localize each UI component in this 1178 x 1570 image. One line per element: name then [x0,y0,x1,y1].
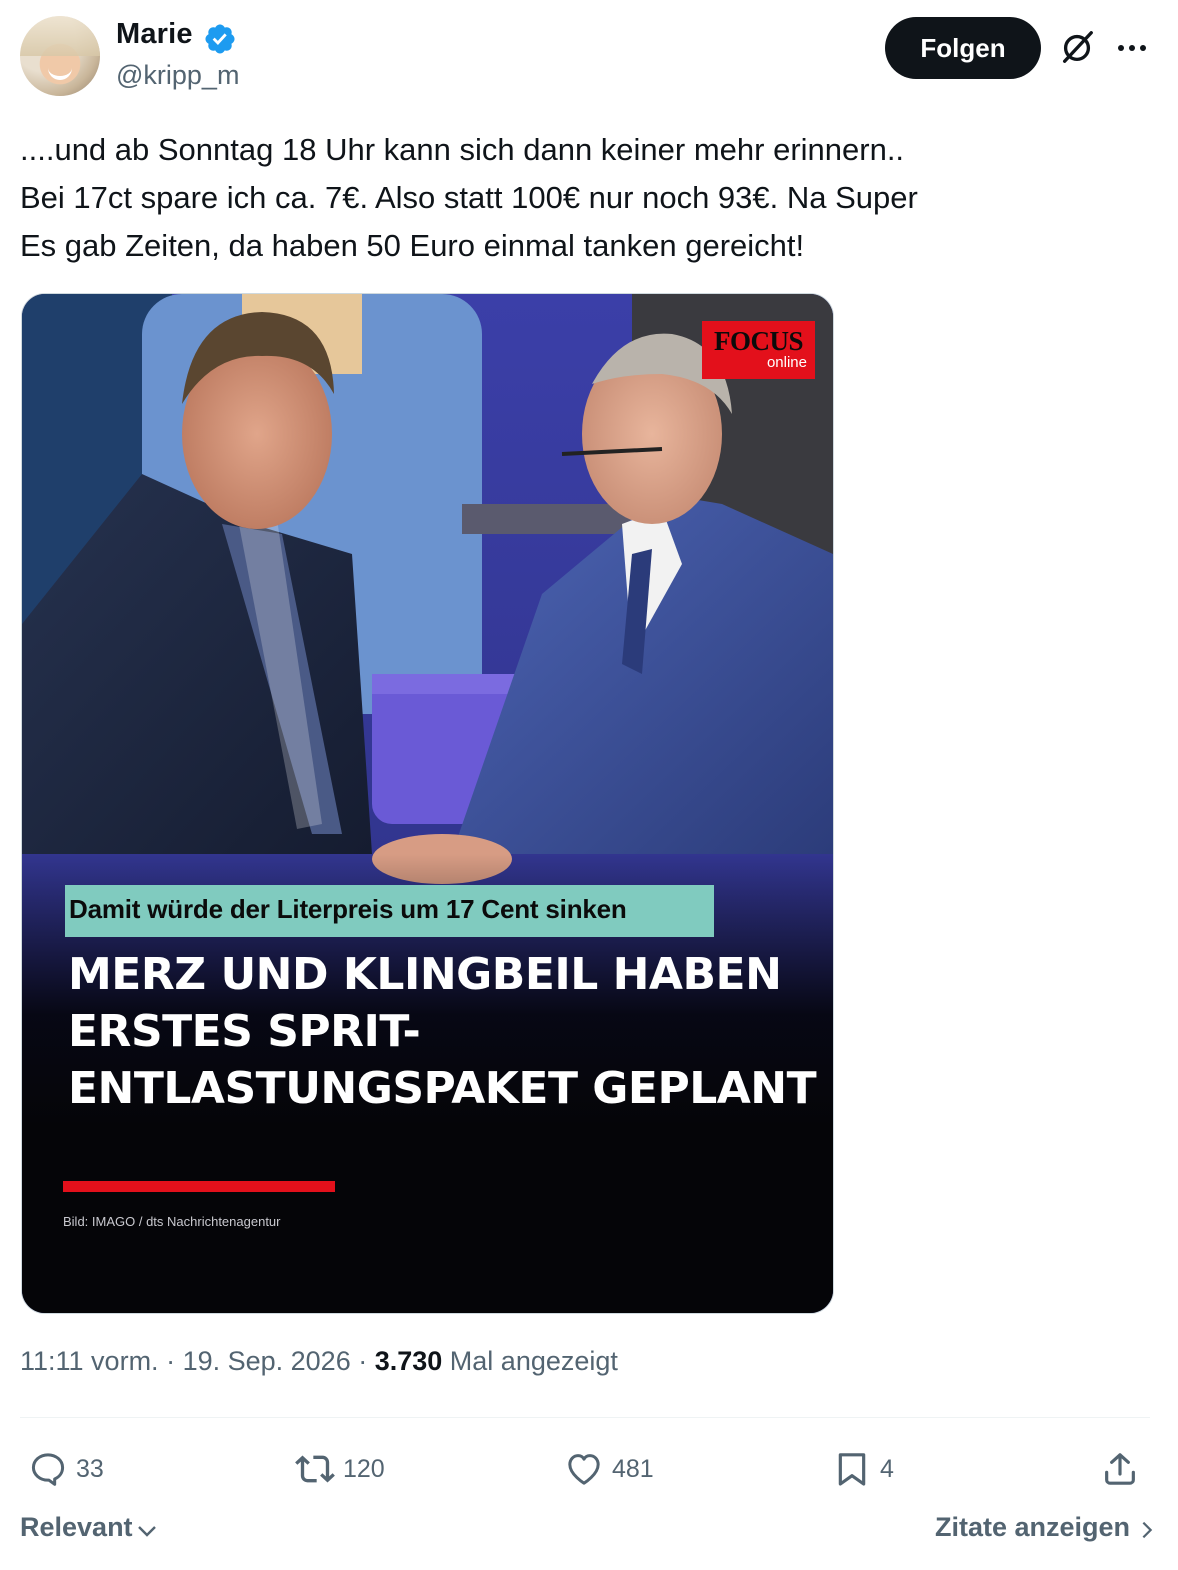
avatar-smile [48,66,72,80]
logo-brand-text: FOCUS [713,326,804,356]
follow-button[interactable]: Folgen [885,17,1041,79]
view-count: 3.730 [374,1346,443,1376]
avatar-hair [20,16,100,56]
sort-replies-dropdown[interactable]: Relevant [20,1512,159,1543]
share-icon [1105,1453,1135,1485]
divider [20,1417,1150,1418]
sort-label: Relevant [20,1512,133,1542]
share-button[interactable] [1100,1445,1140,1493]
retweet-icon [295,1455,335,1483]
headline-line: ENTLASTUNGSPAKET GEPLANT [68,1063,817,1114]
tweet-line: ....und ab Sonntag 18 Uhr kann sich dann… [20,132,905,167]
tweet-media-image[interactable]: FOCUS online Damit würde der Literpreis … [21,293,834,1314]
meta-separator: · [158,1346,183,1376]
views-label: Mal angezeigt [442,1346,618,1376]
retweet-button[interactable]: 120 [295,1445,385,1493]
bookmark-icon [838,1453,866,1486]
retweet-count: 120 [343,1454,385,1483]
verified-badge-icon [205,24,235,54]
like-button[interactable]: 481 [564,1445,654,1493]
author-name[interactable]: Marie [116,18,193,51]
headline-line: ERSTES SPRIT- [68,1006,421,1057]
headline-line: MERZ UND KLINGBEIL HABEN [68,949,782,1000]
avatar[interactable] [20,16,100,96]
banner-text: Damit würde der Literpreis um 17 Cent si… [69,894,627,924]
reply-count: 33 [76,1454,104,1483]
focus-online-logo: FOCUS online [702,321,815,379]
tweet-date[interactable]: 19. Sep. 2026 [183,1346,351,1376]
logo-sub-text: online [766,354,807,371]
heart-icon [568,1454,600,1485]
reply-button[interactable]: 33 [28,1445,104,1493]
chevron-right-icon [1142,1521,1153,1538]
bookmark-button[interactable]: 4 [832,1445,894,1493]
image-headline: MERZ UND KLINGBEIL HABEN ERSTES SPRIT- E… [68,946,828,1117]
image-subheadline-banner: Damit würde der Literpreis um 17 Cent si… [65,885,714,937]
tweet-line: Es gab Zeiten, da haben 50 Euro einmal t… [20,228,805,263]
chevron-down-icon [137,1525,156,1537]
tweet-line: Bei 17ct spare ich ca. 7€. Also statt 10… [20,180,918,215]
author-handle[interactable]: @kripp_m [116,60,239,91]
tweet-time[interactable]: 11:11 vorm. [20,1346,159,1376]
tweet-text: ....und ab Sonntag 18 Uhr kann sich dann… [20,126,1140,270]
bookmark-count: 4 [880,1454,894,1483]
view-quotes-link[interactable]: Zitate anzeigen [935,1512,1158,1543]
red-accent-bar [63,1181,335,1192]
reply-icon [31,1453,65,1486]
meta-separator: · [350,1346,375,1376]
like-count: 481 [612,1454,654,1483]
grok-icon[interactable] [1058,28,1096,66]
tweet-meta: 11:11 vorm. · 19. Sep. 2026 · 3.730 Mal … [20,1346,618,1377]
image-credit: Bild: IMAGO / dts Nachrichtenagentur [63,1214,281,1229]
more-icon[interactable] [1114,30,1150,66]
quotes-label: Zitate anzeigen [934,1512,1130,1542]
